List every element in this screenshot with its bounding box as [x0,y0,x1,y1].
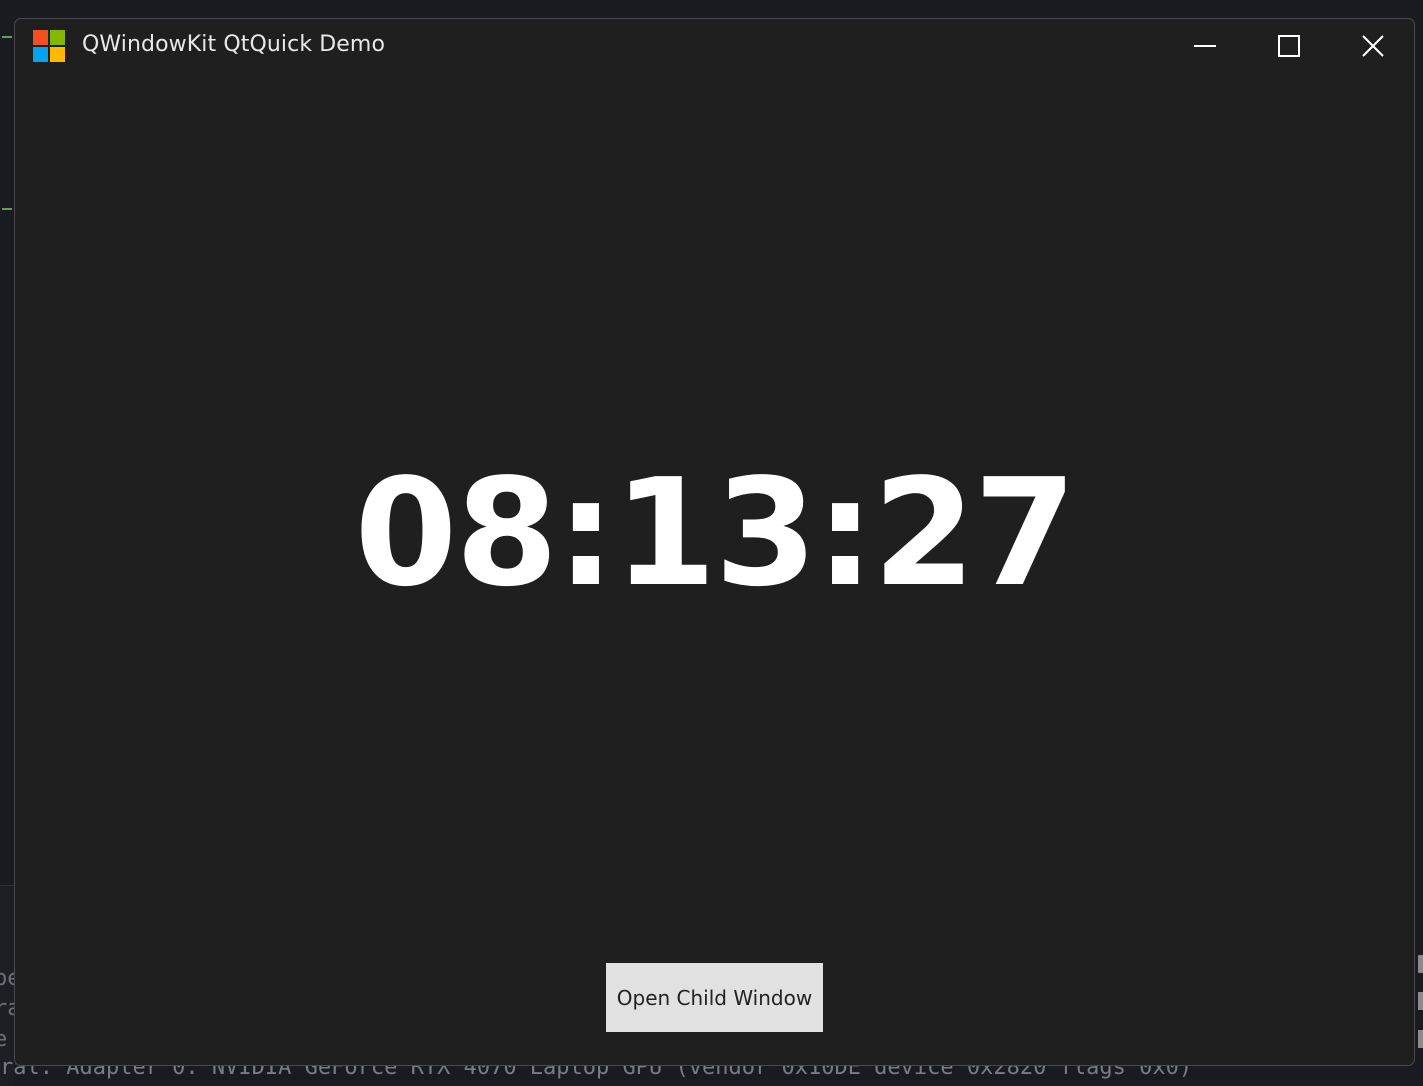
windows-logo-icon [33,30,65,62]
demo-window: QWindowKit QtQuick Demo 08:13:27 Open Ch… [14,18,1415,1066]
open-child-window-button[interactable]: Open Child Window [606,963,823,1032]
editor-gutter-mark [2,208,12,210]
minimize-button[interactable] [1163,19,1247,73]
window-title: QWindowKit QtQuick Demo [82,32,386,57]
title-bar[interactable]: QWindowKit QtQuick Demo [15,19,1414,73]
background-scroll-marker [1418,955,1423,973]
minimize-icon [1194,45,1216,47]
close-button[interactable] [1331,19,1414,73]
time-display: 08:13:27 [354,447,1076,619]
close-icon [1362,35,1384,57]
background-text-fragment: e [0,1027,8,1052]
editor-gutter-mark [2,36,12,38]
maximize-icon [1278,35,1300,57]
background-scroll-marker [1418,1030,1423,1048]
maximize-button[interactable] [1247,19,1331,73]
background-scroll-marker [1418,992,1423,1010]
